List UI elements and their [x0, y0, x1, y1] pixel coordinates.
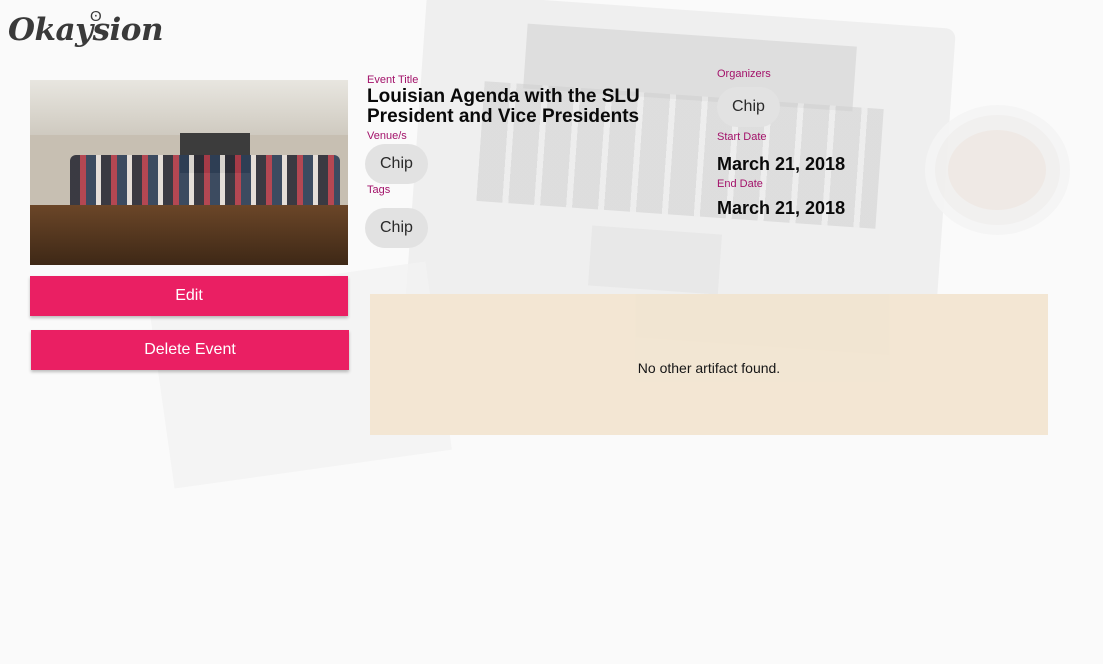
- start-date-label: Start Date: [717, 131, 767, 143]
- delete-event-button[interactable]: Delete Event: [31, 330, 349, 370]
- end-date-value: March 21, 2018: [717, 198, 846, 218]
- tag-chip[interactable]: Chip: [365, 208, 428, 248]
- venue-chip[interactable]: Chip: [365, 144, 428, 184]
- event-title: Louisian Agenda with the SLU President a…: [367, 86, 640, 127]
- venues-label: Venue/s: [367, 130, 407, 142]
- edit-button[interactable]: Edit: [30, 276, 348, 316]
- app-logo[interactable]: Okaysion: [8, 12, 164, 48]
- no-artifact-message: No other artifact found.: [637, 360, 781, 376]
- start-date-value: March 21, 2018: [717, 154, 846, 174]
- event-photo: [30, 80, 348, 265]
- coffee-illustration: [948, 130, 1046, 210]
- organizers-label: Organizers: [717, 68, 771, 80]
- event-title-label: Event Title: [367, 74, 419, 86]
- trackpad-illustration: [588, 225, 722, 295]
- tags-label: Tags: [367, 184, 391, 196]
- artifacts-panel: No other artifact found.: [370, 294, 1048, 435]
- end-date-label: End Date: [717, 178, 763, 190]
- organizer-chip[interactable]: Chip: [717, 87, 780, 127]
- ok-hand-icon: ʘ: [90, 8, 102, 25]
